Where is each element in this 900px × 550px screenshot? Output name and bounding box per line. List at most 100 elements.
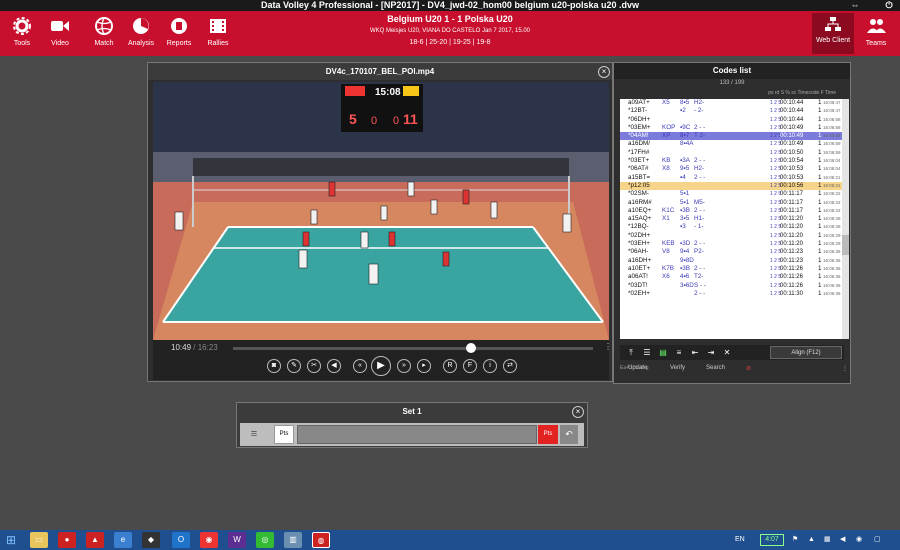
align-button[interactable]: Align (F12)	[770, 346, 842, 359]
hamburger-menu-icon[interactable]: ≡	[245, 425, 263, 444]
list-icon[interactable]: ≡	[674, 348, 684, 358]
codes-list[interactable]: a09AT+ X5 8▪5 H2- 1 2 5 00:10:44 1 16:06:47 *12B…	[620, 99, 842, 339]
code-row[interactable]: a15AQ+ X1 3▪5 H1- 1 2 5 00:11:20 1 16:06:28	[620, 215, 842, 223]
power-icon[interactable]: ⏻	[880, 0, 898, 11]
start-icon[interactable]: ⊞	[0, 530, 22, 550]
pdf-icon[interactable]: ▲	[86, 532, 104, 548]
code-row[interactable]: a09AT+ X5 8▪5 H2- 1 2 5 00:10:44 1 16:06:47	[620, 99, 842, 107]
record-icon[interactable]: ⊘	[746, 365, 751, 372]
tools-button[interactable]: Tools	[2, 13, 42, 54]
code-cell-code: *03EH+	[628, 240, 650, 248]
align-right-icon[interactable]: ⇥	[706, 348, 716, 358]
more-vertical-icon[interactable]: ⋮	[603, 342, 613, 352]
code-cell-c4: 2 - -	[694, 289, 706, 297]
flag-icon[interactable]: ⚑	[792, 530, 798, 550]
scrollbar-thumb[interactable]	[842, 235, 849, 255]
video-player[interactable]: 15:08 5 0 0 11	[153, 82, 609, 340]
code-row[interactable]: *06AH- V8 9▪4 P2- 1 2 5 00:11:23 1 16:06:36	[620, 248, 842, 256]
teams-button[interactable]: Teams	[856, 13, 896, 54]
code-input-field[interactable]	[297, 425, 537, 444]
code-row[interactable]: a16DH+ 9▪8D 1 2 5 00:11:23 1 16:06:36	[620, 257, 842, 265]
move-top-icon[interactable]: ⤒	[626, 348, 636, 358]
sync-tray-icon[interactable]: ◉	[856, 530, 862, 550]
code-row[interactable]: *02SM- 5▪1 1 2 5 00:11:17 1 16:06:22	[620, 190, 842, 198]
away-points-button[interactable]: Pts	[538, 425, 558, 444]
insert-icon[interactable]: ▤	[658, 348, 668, 358]
volume-icon[interactable]: ◀	[327, 359, 341, 373]
code-row[interactable]: *03EM+ KOP ▪9C 2 - -1 2 5 00:10:49 1 16:06:58	[620, 124, 842, 132]
arrow-up-icon[interactable]: ▲	[808, 530, 815, 550]
code-row[interactable]: *12BQ- ▪3- 1- 1 2 5 00:11:20 1 16:06:28	[620, 223, 842, 231]
code-cell-f: 1	[818, 157, 822, 165]
tools-wrench-icon[interactable]: ✕	[722, 348, 732, 358]
media-icon[interactable]: ◆	[142, 532, 160, 548]
code-row[interactable]: *04AM! XP 8▪7 T 2- 1 2 5 00:10:49 1 16:06:58	[620, 132, 842, 141]
code-row[interactable]: *02EH+ 2 - -1 2 5 00:11:30 1 16:06:36	[620, 290, 842, 298]
language-indicator[interactable]: EN	[735, 530, 745, 550]
camera-snapshot-icon[interactable]: ◙	[267, 359, 281, 373]
app-red-icon[interactable]: ●	[58, 532, 76, 548]
fast-forward-icon[interactable]: »	[397, 359, 411, 373]
timeline-knob[interactable]	[465, 343, 476, 353]
pen-icon[interactable]: ✎	[287, 359, 301, 373]
code-row[interactable]: *12BT- ▪2- 2- 1 2 5 00:10:44 1 16:06:47	[620, 107, 842, 115]
code-row[interactable]: *06DH+ 1 2 5 00:10:44 1 16:06:58	[620, 116, 842, 124]
more-options-icon[interactable]: ⋮	[842, 365, 848, 372]
code-row[interactable]: *06AT# X8 9▪5 H2- 1 2 5 00:10:53 1 16:06:04	[620, 165, 842, 173]
word-icon[interactable]: W	[228, 532, 246, 548]
align-left-icon[interactable]: ⇤	[690, 348, 700, 358]
fast-forward-ff-icon[interactable]: F	[463, 359, 477, 373]
verify-button[interactable]: Verify	[670, 365, 685, 371]
video-camera-icon	[49, 16, 71, 36]
close-set-panel-icon[interactable]: ×	[572, 406, 584, 418]
code-row[interactable]: a10ET+ K7B ▪3B 2 - -1 2 5 00:11:26 1 16:06:36	[620, 265, 842, 273]
network-tray-icon[interactable]: ▦	[824, 530, 831, 550]
explorer-icon[interactable]: ▭	[30, 532, 48, 548]
scissors-icon[interactable]: ✂	[307, 359, 321, 373]
outlook-icon[interactable]: O	[172, 532, 190, 548]
code-cell-f: 1	[818, 231, 822, 239]
video-button[interactable]: Video	[40, 13, 80, 54]
next-frame-icon[interactable]: ▸	[417, 359, 431, 373]
code-row[interactable]: a15BT= ▪4 2 - -1 2 5 00:10:53 1 16:06:21	[620, 174, 842, 182]
video-timeline[interactable]	[233, 343, 593, 353]
code-row[interactable]: a16RM# 5▪1 M5- 1 2 5 00:11:17 1 16:06:22	[620, 199, 842, 207]
rewind-icon[interactable]: «	[353, 359, 367, 373]
code-row[interactable]: *03DT! 3▪6D S - -1 2 5 00:11:26 1 16:06:36	[620, 282, 842, 290]
code-row[interactable]: a06AT! X6 4▪6 T2- 1 2 5 00:11:26 1 16:06:36	[620, 273, 842, 281]
close-video-window-icon[interactable]: ×	[598, 66, 610, 78]
match-button[interactable]: Match	[84, 13, 124, 54]
undo-icon[interactable]: ↶	[560, 425, 578, 444]
browser-icon[interactable]: ◎	[256, 532, 274, 548]
data-volley-icon[interactable]: ◍	[312, 532, 330, 548]
chrome-icon[interactable]: ◉	[200, 532, 218, 548]
battery-indicator[interactable]: 4:07	[760, 534, 784, 546]
ie-icon[interactable]: e	[114, 532, 132, 548]
web-client-button[interactable]: Web Client	[812, 13, 854, 54]
code-row[interactable]: *03EH+ KEB ▪3D 2 - -1 2 5 00:11:20 1 16:06:29	[620, 240, 842, 248]
code-row[interactable]: *02DH+ 1 2 5 00:11:20 1 16:06:29	[620, 232, 842, 240]
search-button[interactable]: Search	[706, 365, 725, 371]
code-row[interactable]: a16DM/8▪4A 1 2 5 00:10:49 1 16:06:59	[620, 140, 842, 148]
loop-icon[interactable]: R	[443, 359, 457, 373]
code-row[interactable]: *03ET+ KB ▪3A 2 - -1 2 5 00:10:54 1 16:06:04	[620, 157, 842, 165]
swap-icon[interactable]: ⇄	[503, 359, 517, 373]
home-points-button[interactable]: Pts	[274, 425, 294, 444]
analysis-button[interactable]: Analysis	[121, 13, 161, 54]
speaker-tray-icon[interactable]: ◀	[840, 530, 845, 550]
play-icon[interactable]: ▶	[371, 356, 391, 376]
codes-scrollbar[interactable]	[842, 99, 849, 339]
code-row[interactable]: a10EQ+ K1C ▪3B 2 - -1 2 5 00:11:17 1 16:06:22	[620, 207, 842, 215]
scouting-sub-label: Ea+Scouting	[620, 365, 649, 371]
folder-icon[interactable]: ▥	[284, 532, 302, 548]
window-title: Data Volley 4 Professional - [NP2017] - …	[261, 0, 639, 10]
volleyball-icon	[93, 16, 115, 36]
code-row[interactable]: *17FH# 1 2 5 00:10:50 1 16:06:59	[620, 149, 842, 157]
notification-tray-icon[interactable]: ▢	[874, 530, 881, 550]
reports-button[interactable]: Reports	[159, 13, 199, 54]
rallies-button[interactable]: Rallies	[198, 13, 238, 54]
code-row[interactable]: *p12:05 1 2 5 00:10:56 1 16:06:21	[620, 181, 842, 191]
info-icon[interactable]: i	[483, 359, 497, 373]
restore-icon[interactable]: ⇔	[846, 0, 864, 11]
list-edit-icon[interactable]: ☰	[642, 348, 652, 358]
